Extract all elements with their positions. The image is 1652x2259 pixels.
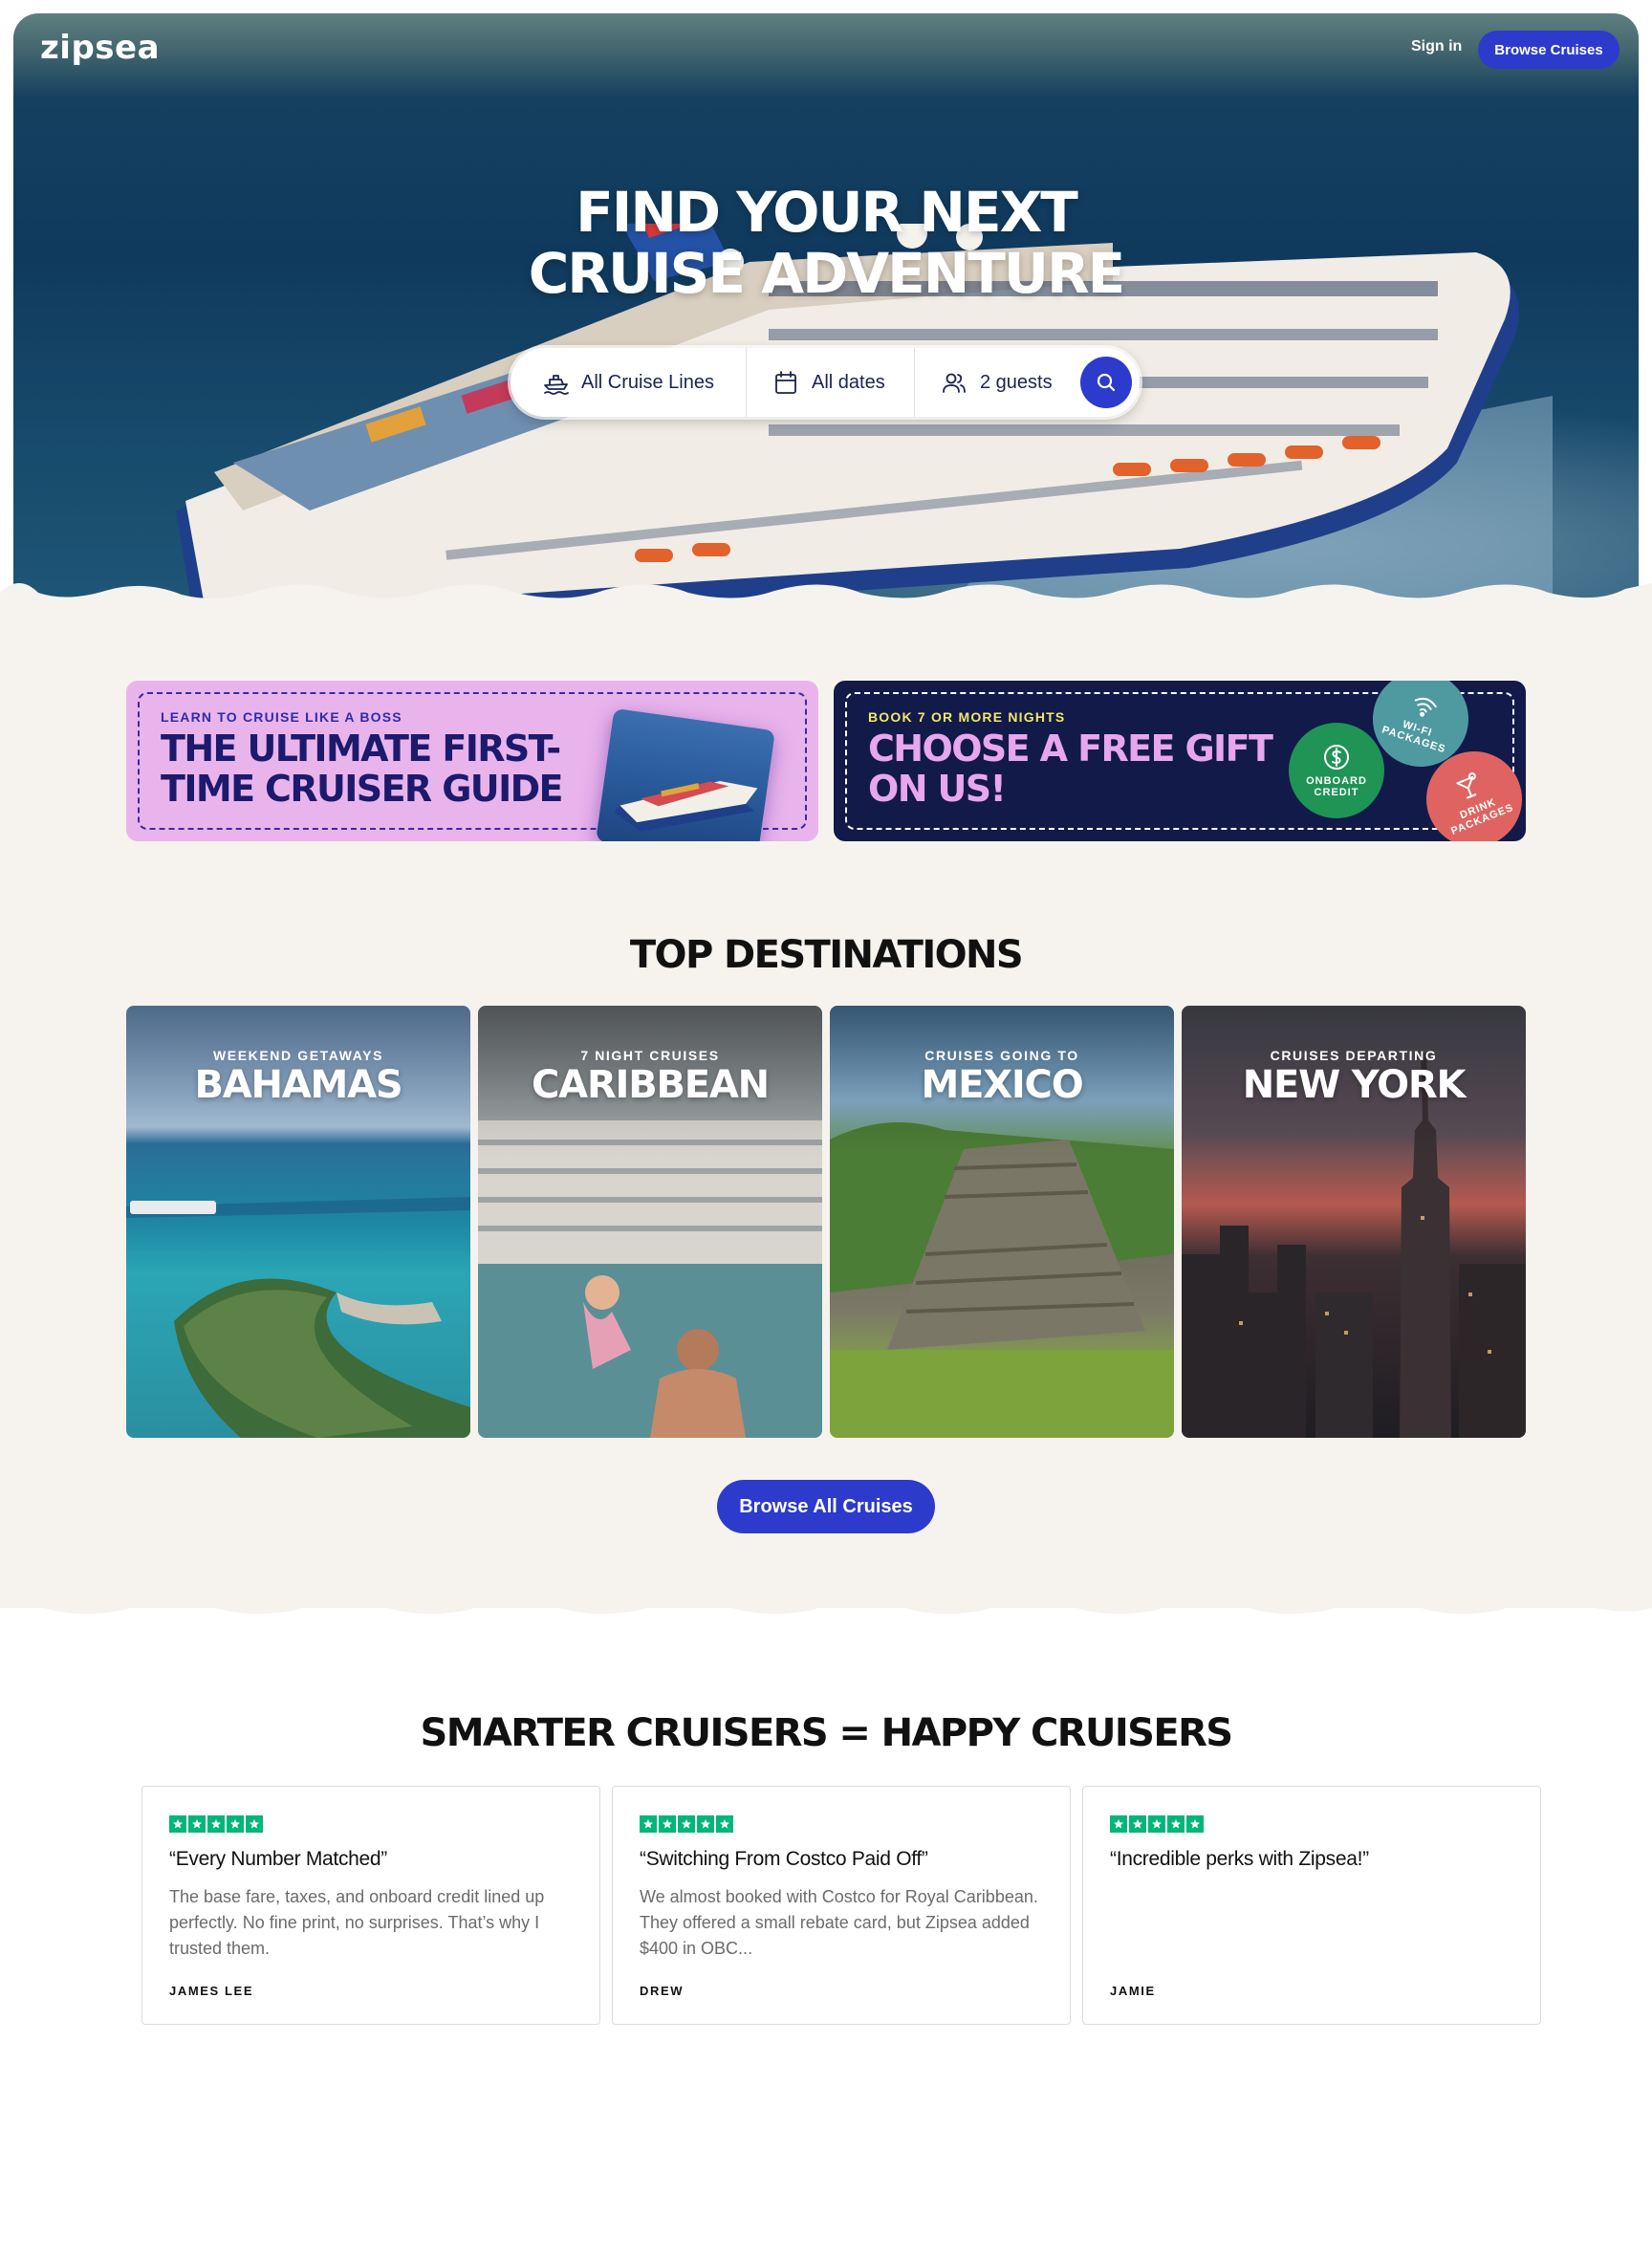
dollar-icon: [1324, 745, 1349, 770]
review-author: DREW: [640, 1984, 685, 1998]
destination-card-caribbean[interactable]: 7 NIGHT CRUISES CARIBBEAN: [478, 1006, 822, 1438]
star-icon: [169, 1815, 186, 1833]
star-icon: [659, 1815, 676, 1833]
review-author: JAMIE: [1110, 1984, 1156, 1998]
free-gift-banner[interactable]: BOOK 7 OR MORE NIGHTS CHOOSE A FREE GIFT…: [834, 681, 1526, 841]
dates-label: All dates: [812, 371, 885, 393]
promo-headline: THE ULTIMATE FIRST-TIME CRUISER GUIDE: [161, 728, 564, 810]
destination-name: BAHAMAS: [194, 1063, 402, 1107]
star-icon: [246, 1815, 263, 1833]
promo-kicker: BOOK 7 OR MORE NIGHTS: [868, 709, 1066, 725]
users-icon: [943, 373, 966, 393]
reviews-heading: SMARTER CRUISERS = HAPPY CRUISERS: [420, 1711, 1234, 1755]
star-icon: [1148, 1815, 1165, 1833]
review-headline: “Incredible perks with Zipsea!”: [1110, 1848, 1369, 1870]
guests-label: 2 guests: [980, 371, 1053, 393]
search-button[interactable]: [1080, 357, 1132, 408]
first-time-cruiser-guide-banner[interactable]: LEARN TO CRUISE LIKE A BOSS THE ULTIMATE…: [126, 681, 818, 841]
star-icon: [697, 1815, 714, 1833]
review-headline: “Every Number Matched”: [169, 1848, 387, 1870]
star-icon: [188, 1815, 206, 1833]
zipsea-logo[interactable]: zipsea: [40, 29, 160, 67]
star-icon: [1167, 1815, 1185, 1833]
destination-name: CARIBBEAN: [532, 1063, 770, 1107]
star-icon: [716, 1815, 733, 1833]
destination-kicker: CRUISES GOING TO: [924, 1048, 1079, 1063]
promo-headline: CHOOSE A FREE GIFT ON US!: [868, 728, 1273, 810]
browse-cruises-button[interactable]: Browse Cruises: [1478, 31, 1619, 69]
destination-card-bahamas[interactable]: WEEKEND GETAWAYS BAHAMAS: [126, 1006, 470, 1438]
star-icon: [207, 1815, 225, 1833]
browse-all-cruises-button[interactable]: Browse All Cruises: [717, 1480, 935, 1533]
star-rating: [1110, 1815, 1204, 1833]
search-bar: All Cruise Lines All dates 2 guests: [511, 348, 1140, 417]
star-icon: [1129, 1815, 1146, 1833]
star-icon: [640, 1815, 657, 1833]
destination-kicker: 7 NIGHT CRUISES: [580, 1048, 720, 1063]
review-author: JAMES LEE: [169, 1984, 254, 1998]
ship-icon: [544, 375, 569, 395]
promo-kicker: LEARN TO CRUISE LIKE A BOSS: [161, 709, 402, 725]
star-icon: [678, 1815, 695, 1833]
sign-in-link[interactable]: Sign in: [1411, 38, 1462, 55]
review-card: “Incredible perks with Zipsea!” JAMIE: [1082, 1786, 1541, 2025]
dates-select[interactable]: All dates: [746, 348, 914, 417]
hero-banner: [13, 13, 1639, 618]
hero-title-line-2: CRUISE ADVENTURE: [528, 241, 1126, 306]
guide-cover-image: [596, 707, 775, 841]
calendar-icon: [775, 371, 796, 394]
hero-title-line-1: FIND YOUR NEXT: [576, 180, 1078, 245]
obc-badge-label: ONBOARD CREDIT: [1306, 775, 1367, 798]
destination-card-new-york[interactable]: CRUISES DEPARTING NEW YORK: [1182, 1006, 1526, 1438]
guests-select[interactable]: 2 guests: [914, 348, 1086, 417]
destination-card-mexico[interactable]: CRUISES GOING TO MEXICO: [830, 1006, 1174, 1438]
review-body: The base fare, taxes, and onboard credit…: [169, 1887, 545, 1958]
destination-name: NEW YORK: [1242, 1063, 1467, 1107]
star-icon: [1186, 1815, 1204, 1833]
cruise-lines-select[interactable]: All Cruise Lines: [511, 348, 746, 417]
destination-kicker: CRUISES DEPARTING: [1270, 1048, 1438, 1063]
star-icon: [1110, 1815, 1127, 1833]
destination-name: MEXICO: [921, 1063, 1083, 1107]
hero-title: FIND YOUR NEXT CRUISE ADVENTURE: [0, 182, 1652, 304]
top-destinations-heading: TOP DESTINATIONS: [629, 933, 1024, 977]
review-body: We almost booked with Costco for Royal C…: [640, 1887, 1038, 1958]
star-rating: [169, 1815, 263, 1833]
star-icon: [227, 1815, 244, 1833]
star-rating: [640, 1815, 733, 1833]
review-card: “Every Number Matched” The base fare, ta…: [141, 1786, 600, 2025]
onboard-credit-badge: ONBOARD CREDIT: [1289, 723, 1384, 818]
wifi-icon: [1414, 697, 1437, 717]
cruise-lines-label: All Cruise Lines: [581, 371, 714, 393]
search-icon: [1097, 373, 1116, 392]
beige-wave-divider: [0, 1587, 1652, 1615]
review-card: “Switching From Costco Paid Off” We almo…: [612, 1786, 1071, 2025]
destination-kicker: WEEKEND GETAWAYS: [212, 1048, 384, 1063]
review-headline: “Switching From Costco Paid Off”: [640, 1848, 928, 1870]
